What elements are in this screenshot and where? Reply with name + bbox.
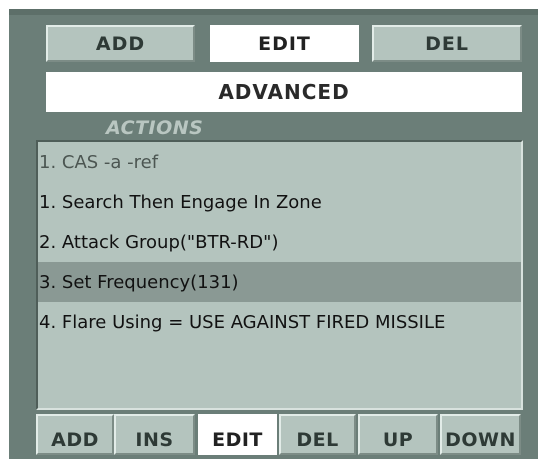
actions-list[interactable]: 1. CAS -a -ref 1. Search Then Engage In … bbox=[36, 140, 523, 410]
edit-button[interactable]: EDIT bbox=[210, 25, 359, 62]
add-button[interactable]: ADD bbox=[46, 25, 195, 62]
list-item[interactable]: 4. Flare Using = USE AGAINST FIRED MISSI… bbox=[38, 302, 521, 342]
list-item-selected[interactable]: 3. Set Frequency(131) bbox=[38, 262, 521, 302]
delete-action-button[interactable]: DEL bbox=[279, 414, 356, 455]
move-up-button[interactable]: UP bbox=[358, 414, 438, 455]
insert-action-button[interactable]: INS bbox=[114, 414, 195, 455]
actions-title: ACTIONS bbox=[106, 117, 204, 139]
list-header: 1. CAS -a -ref bbox=[39, 151, 159, 173]
actions-panel: ADD EDIT DEL ADVANCED ACTIONS 1. CAS -a … bbox=[9, 9, 538, 459]
list-item[interactable]: 2. Attack Group("BTR-RD") bbox=[38, 222, 521, 262]
add-action-button[interactable]: ADD bbox=[36, 414, 114, 455]
edit-action-button[interactable]: EDIT bbox=[198, 414, 277, 455]
delete-button[interactable]: DEL bbox=[372, 25, 522, 62]
advanced-button[interactable]: ADVANCED bbox=[46, 72, 522, 112]
list-item[interactable]: 1. Search Then Engage In Zone bbox=[38, 182, 521, 222]
move-down-button[interactable]: DOWN bbox=[440, 414, 521, 455]
